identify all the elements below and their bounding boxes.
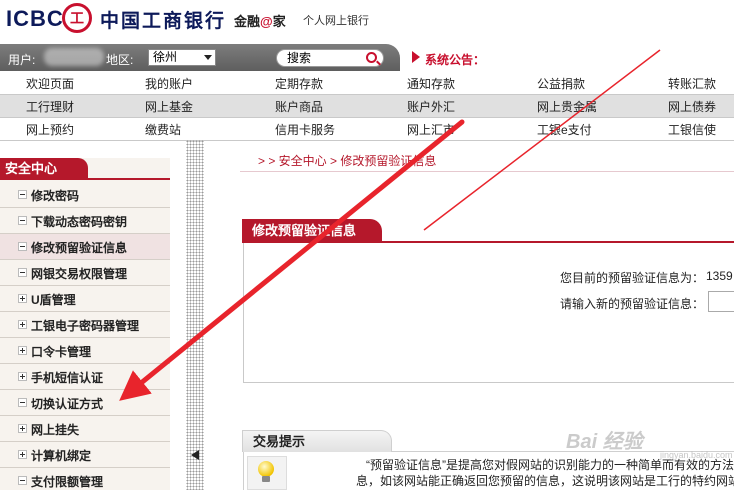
sidebar-item-label: 下载动态密码密钥 — [31, 215, 128, 229]
icbc-seal-icon: 工 — [62, 3, 92, 33]
expand-plus-icon — [18, 294, 27, 303]
collapse-minus-icon — [18, 216, 27, 225]
nav-item[interactable]: 账户商品 — [275, 98, 323, 115]
sidebar-item-label: 工银电子密码器管理 — [31, 319, 140, 333]
user-label: 用户: — [8, 53, 36, 67]
page-header: ICBC 工 中国工商银行 金融@家 个人网上银行 — [0, 0, 734, 40]
sidebar-item-label: 修改预留验证信息 — [31, 241, 128, 255]
current-info-value: 1359 — [706, 269, 733, 283]
sidebar-item-label: 口令卡管理 — [31, 345, 92, 359]
expand-plus-icon — [18, 450, 27, 459]
user-name-redacted — [44, 48, 104, 66]
sidebar-item-label: U盾管理 — [31, 293, 76, 307]
expand-plus-icon — [18, 320, 27, 329]
nav-item[interactable]: 欢迎页面 — [26, 75, 74, 92]
sidebar-item-label: 支付限额管理 — [31, 475, 104, 489]
sidebar-title-underline — [88, 178, 170, 180]
region-label: 地区: — [106, 53, 134, 67]
sidebar-item[interactable]: 切换认证方式 — [0, 390, 170, 416]
sidebar-item-label: 网上挂失 — [31, 423, 80, 437]
nav-item[interactable]: 网上汇市 — [407, 121, 455, 138]
panel-splitter[interactable] — [186, 140, 204, 490]
user-toolbar: 用户: 地区: 徐州 搜索 — [0, 44, 400, 71]
site-subtitle: 个人网上银行 — [303, 15, 369, 27]
bank-name: 中国工商银行 — [100, 10, 227, 32]
nav-item[interactable]: 公益捐款 — [537, 75, 585, 92]
notice-triangle-icon — [412, 51, 420, 63]
sidebar-item[interactable]: 工银电子密码器管理 — [0, 312, 170, 338]
verification-info-panel — [243, 243, 734, 383]
sidebar-item[interactable]: 网上挂失 — [0, 416, 170, 442]
nav-item[interactable]: 网上基金 — [145, 98, 193, 115]
nav-row: 欢迎页面 我的账户 定期存款 通知存款 公益捐款 转账汇款 — [0, 72, 734, 94]
chevron-down-icon — [204, 55, 212, 60]
nav-item[interactable]: 工银e支付 — [537, 121, 592, 138]
collapse-left-icon[interactable] — [191, 450, 199, 460]
icbc-logo-text: ICBC — [6, 6, 64, 31]
brand-slogan: 金融@家 — [234, 14, 286, 29]
sidebar-item[interactable]: 修改密码 — [0, 182, 170, 208]
baidu-jingyan-watermark: Bai 经验 — [566, 431, 643, 453]
tips-title: 交易提示 — [242, 430, 392, 452]
sidebar-item-label: 网银交易权限管理 — [31, 267, 128, 281]
breadcrumb-divider — [240, 171, 734, 172]
nav-item[interactable]: 通知存款 — [407, 75, 455, 92]
nav-item[interactable]: 转账汇款 — [668, 75, 716, 92]
nav-divider — [0, 140, 734, 141]
sidebar-item-label: 计算机绑定 — [31, 449, 92, 463]
sidebar-item[interactable]: 计算机绑定 — [0, 442, 170, 468]
sidebar: 安全中心 修改密码下载动态密码密钥 修改预留验证信息 网银交易权限管理 U盾管理工银电… — [0, 158, 170, 490]
nav-item[interactable]: 工银信使 — [668, 121, 716, 138]
new-info-input[interactable] — [708, 291, 734, 312]
collapse-minus-icon — [18, 190, 27, 199]
breadcrumb: > > 安全中心 > 修改预留验证信息 — [258, 154, 437, 168]
sidebar-item[interactable]: U盾管理 — [0, 286, 170, 312]
current-info-label: 您目前的预留验证信息为： — [560, 271, 705, 285]
nav-item[interactable]: 网上预约 — [26, 121, 74, 138]
sidebar-item-label: 切换认证方式 — [31, 397, 104, 411]
collapse-minus-icon — [18, 476, 27, 485]
nav-row: 工行理财 网上基金 账户商品 账户外汇 网上贵金属 网上债券 — [0, 95, 734, 117]
nav-item[interactable]: 我的账户 — [145, 75, 193, 92]
collapse-minus-icon — [18, 398, 27, 407]
expand-plus-icon — [18, 372, 27, 381]
system-notice-label[interactable]: 系统公告： — [425, 51, 485, 68]
nav-item[interactable]: 账户外汇 — [407, 98, 455, 115]
new-info-label: 请输入新的预留验证信息： — [560, 297, 705, 311]
search-input[interactable]: 搜索 — [276, 49, 384, 67]
main-navigation: 欢迎页面 我的账户 定期存款 通知存款 公益捐款 转账汇款 工行理财 网上基金 账户商品 账户外… — [0, 72, 734, 141]
sidebar-item[interactable]: 支付限额管理 — [0, 468, 170, 490]
sidebar-item-label: 修改密码 — [31, 189, 80, 203]
nav-item[interactable]: 缴费站 — [145, 121, 181, 138]
search-icon[interactable] — [366, 52, 377, 63]
sidebar-title: 安全中心 — [0, 158, 88, 180]
nav-item[interactable]: 定期存款 — [275, 75, 323, 92]
sidebar-item[interactable]: 手机短信认证 — [0, 364, 170, 390]
sidebar-item[interactable]: 网银交易权限管理 — [0, 260, 170, 286]
nav-item[interactable]: 信用卡服务 — [275, 121, 335, 138]
nav-item[interactable]: 网上贵金属 — [537, 98, 597, 115]
watermark-url: jingyan.baidu.com — [660, 450, 733, 460]
lightbulb-icon — [258, 461, 274, 477]
sidebar-item-label: 手机短信认证 — [31, 371, 104, 385]
sidebar-item[interactable]: 修改预留验证信息 — [0, 234, 170, 260]
nav-item[interactable]: 网上债券 — [668, 98, 716, 115]
expand-plus-icon — [18, 424, 27, 433]
collapse-minus-icon — [18, 268, 27, 277]
lightbulb-base-icon — [262, 476, 270, 482]
nav-row: 网上预约 缴费站 信用卡服务 网上汇市 工银e支付 工银信使 — [0, 118, 734, 140]
panel-title: 修改预留验证信息 — [242, 219, 382, 243]
tip-text-line: 息，如该网站能正确返回您预留的信息，这说明该网站是工行的特约网站 — [356, 474, 734, 488]
sidebar-item[interactable]: 口令卡管理 — [0, 338, 170, 364]
sidebar-item[interactable]: 下载动态密码密钥 — [0, 208, 170, 234]
expand-plus-icon — [18, 346, 27, 355]
region-select[interactable]: 徐州 — [148, 49, 216, 66]
collapse-minus-icon — [18, 242, 27, 251]
nav-item[interactable]: 工行理财 — [26, 98, 74, 115]
